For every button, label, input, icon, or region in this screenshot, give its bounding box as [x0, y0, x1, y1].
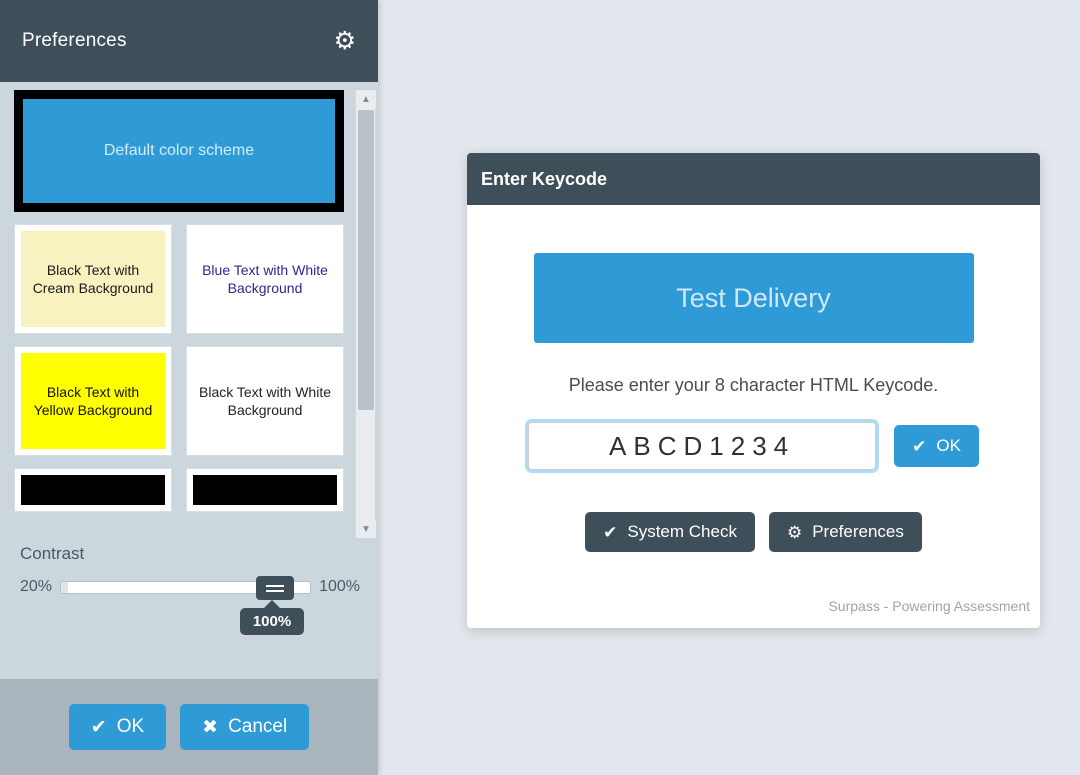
preferences-button-label: Preferences	[812, 522, 904, 541]
check-icon: ✔	[912, 436, 927, 456]
color-scheme-row: Black Text with Yellow Background Black T…	[14, 346, 344, 456]
color-scheme-swatch: Blue Text with White Background	[193, 231, 337, 327]
test-delivery-banner: Test Delivery	[533, 253, 974, 343]
contrast-slider[interactable]: 100%	[60, 574, 312, 635]
preferences-body: Default color scheme Black Text with Crea…	[0, 82, 378, 679]
color-scheme-swatch	[193, 475, 337, 505]
chevron-down-icon[interactable]: ▼	[356, 520, 376, 538]
contrast-slider-fill	[61, 582, 69, 593]
color-scheme-option[interactable]: Black Text with Yellow Background	[14, 346, 172, 456]
system-check-label: System Check	[627, 522, 737, 541]
color-scheme-row: Black Text with Cream Background Blue Tex…	[14, 224, 344, 334]
color-scheme-option[interactable]: Default color scheme	[14, 90, 344, 212]
system-check-button[interactable]: ✔ System Check	[585, 512, 755, 552]
gear-icon[interactable]: ⚙	[334, 28, 356, 54]
grip-line	[266, 589, 285, 592]
scrollbar-thumb[interactable]	[358, 110, 374, 410]
check-icon: ✔	[603, 522, 618, 542]
color-scheme-list: Default color scheme Black Text with Crea…	[14, 90, 344, 524]
preferences-cancel-button[interactable]: ✖ Cancel	[180, 704, 310, 750]
color-scheme-option[interactable]	[186, 468, 344, 512]
preferences-button[interactable]: ⚙ Preferences	[768, 512, 922, 552]
preferences-ok-label: OK	[116, 716, 145, 737]
color-scheme-swatch: Black Text with White Background	[193, 353, 337, 449]
color-scheme-swatch: Black Text with Yellow Background	[21, 353, 165, 449]
grip-line	[266, 584, 285, 587]
preferences-cancel-label: Cancel	[228, 716, 288, 737]
contrast-value-tooltip: 100%	[240, 600, 305, 635]
test-delivery-label: Test Delivery	[676, 282, 831, 313]
dialog-actions: ✔ System Check ⚙ Preferences	[507, 512, 1000, 552]
keycode-input-row: ✔ OK	[507, 419, 1000, 473]
contrast-label: Contrast	[20, 544, 85, 563]
color-scheme-swatch	[21, 475, 165, 505]
keycode-ok-label: OK	[936, 436, 961, 455]
preferences-title: Preferences	[22, 30, 127, 51]
color-scheme-option[interactable]: Black Text with White Background	[186, 346, 344, 456]
contrast-control: Contrast 20% 100% 100%	[20, 544, 360, 635]
preferences-header: Preferences ⚙	[0, 0, 378, 82]
preferences-ok-button[interactable]: ✔ OK	[68, 704, 167, 750]
color-scheme-row	[14, 468, 344, 512]
check-icon: ✔	[90, 716, 107, 738]
contrast-max-label: 100%	[319, 578, 360, 595]
keycode-instruction: Please enter your 8 character HTML Keyco…	[568, 375, 939, 395]
gear-icon: ⚙	[786, 522, 803, 542]
chevron-up-icon[interactable]: ▲	[356, 90, 376, 108]
preferences-footer: ✔ OK ✖ Cancel	[0, 679, 378, 775]
keycode-dialog-title: Enter Keycode	[481, 168, 608, 189]
color-scheme-option[interactable]	[14, 468, 172, 512]
enter-keycode-dialog: Enter Keycode Test Delivery Please enter…	[467, 153, 1040, 628]
keycode-input[interactable]	[525, 419, 880, 473]
color-scheme-option[interactable]: Blue Text with White Background	[186, 224, 344, 334]
color-scheme-swatch: Black Text with Cream Background	[21, 231, 165, 327]
color-scheme-option[interactable]: Black Text with Cream Background	[14, 224, 172, 334]
contrast-slider-row: 20% 100% 100%	[20, 574, 360, 635]
keycode-ok-button[interactable]: ✔ OK	[894, 425, 979, 467]
color-scheme-scrollbar[interactable]: ▲ ▼	[355, 90, 376, 538]
contrast-slider-handle[interactable]	[256, 576, 295, 600]
contrast-min-label: 20%	[20, 578, 53, 595]
keycode-dialog-header: Enter Keycode	[467, 153, 1040, 205]
color-scheme-row: Default color scheme	[14, 90, 344, 212]
color-scheme-swatch: Default color scheme	[23, 99, 335, 203]
preferences-panel: Preferences ⚙ Default color scheme Black …	[0, 0, 378, 775]
cross-icon: ✖	[202, 716, 219, 738]
keycode-dialog-body: Test Delivery Please enter your 8 charac…	[467, 205, 1040, 628]
color-scheme-scroll-area[interactable]: Default color scheme Black Text with Crea…	[0, 90, 378, 538]
brand-footer: Surpass - Powering Assessment	[828, 598, 1030, 614]
